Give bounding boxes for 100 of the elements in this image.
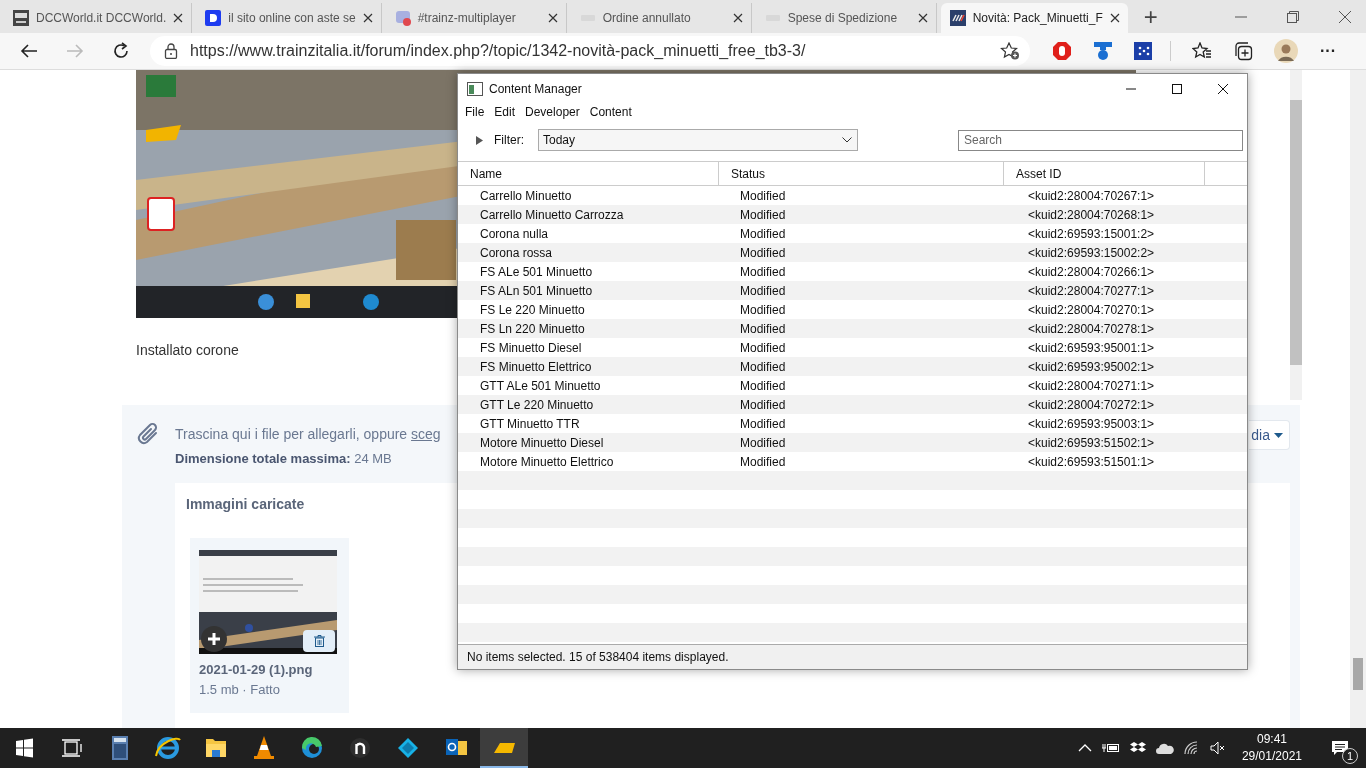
trash-icon xyxy=(313,635,325,647)
tab-title: Ordine annullato xyxy=(602,11,692,25)
table-cell-text: Modified xyxy=(739,264,787,279)
grid-icon[interactable] xyxy=(1134,42,1152,60)
column-header[interactable]: Status xyxy=(719,162,1004,185)
chat-bubble-icon xyxy=(1331,740,1349,756)
table-cell-text: GTT Minuetto TTR xyxy=(479,416,581,431)
tab-title: Novità: Pack_Minuetti_F xyxy=(972,11,1103,25)
table-cell-text: Modified xyxy=(739,454,787,469)
table-cell-text: Modified xyxy=(739,378,787,393)
section-heading: Immagini caricate xyxy=(186,496,306,512)
table-cell-text: Modified xyxy=(739,302,787,317)
cloud-icon[interactable] xyxy=(1155,742,1174,754)
column-header[interactable]: Asset ID xyxy=(1004,162,1205,185)
medal-icon[interactable] xyxy=(1093,41,1113,61)
dropbox-icon[interactable] xyxy=(1129,741,1146,755)
menu-item[interactable]: File xyxy=(465,105,485,125)
tab-title: #trainz-multiplayer xyxy=(417,11,517,25)
table-cell-text: Modified xyxy=(739,397,787,412)
expand-arrow-icon[interactable] xyxy=(476,135,483,145)
close-icon[interactable] xyxy=(917,13,928,23)
avatar-icon[interactable] xyxy=(1274,39,1298,63)
notification-count: 1 xyxy=(1342,748,1358,764)
filter-dropdown[interactable]: Today xyxy=(538,129,858,151)
close-icon[interactable] xyxy=(362,13,373,23)
stop-sign-icon[interactable] xyxy=(1052,41,1072,61)
url-text: https://www.trainzitalia.it/forum/index.php?/topic/1342-novità-pack_minuetti_free_tb3-3/ xyxy=(190,42,807,60)
table-cell-text: Modified xyxy=(739,416,787,431)
scrollbar-thumb[interactable] xyxy=(1353,658,1363,690)
table-cell-text: Modified xyxy=(739,283,787,298)
tab-title: Spese di Spedizione xyxy=(787,11,899,25)
favorites-icon[interactable] xyxy=(1192,42,1212,60)
table-cell-text: Carrello Minuetto xyxy=(479,188,573,203)
table-cell-text: Carrello Minuetto Carrozza xyxy=(479,207,625,222)
table-cell-text: <kuid2:28004:70267:1> xyxy=(1027,188,1155,203)
lock-icon xyxy=(164,43,178,59)
chevron-down-icon xyxy=(842,137,852,143)
tab-title: DCCWorld.it DCCWorld. xyxy=(36,11,167,25)
table-cell-text: FS Ln 220 Minuetto xyxy=(479,321,586,336)
table-cell-text: Modified xyxy=(739,226,787,241)
muted-speaker-icon[interactable] xyxy=(1209,741,1226,755)
column-header[interactable]: Name xyxy=(458,162,719,185)
table-cell-text: Modified xyxy=(739,188,787,203)
address-bar[interactable]: https://www.trainzitalia.it/forum/index.php?/topic/1342-novità-pack_minuetti_free_tb3-3/ xyxy=(150,36,1030,66)
close-icon[interactable] xyxy=(1109,13,1120,23)
table-cell-text: Motore Minuetto Elettrico xyxy=(479,454,615,469)
choose-files-link[interactable]: sceg xyxy=(411,426,441,442)
close-icon[interactable] xyxy=(1339,10,1351,23)
table-cell-text: GTT ALe 501 Minuetto xyxy=(479,378,602,393)
table-cell-text: <kuid2:69593:51501:1> xyxy=(1027,454,1155,469)
menu-item[interactable]: Developer xyxy=(525,105,580,125)
tab-title: il sito online con aste se xyxy=(228,11,356,25)
table-cell-text: Corona nulla xyxy=(479,226,550,241)
wifi-icon[interactable] xyxy=(1183,741,1200,755)
table-cell-text: Modified xyxy=(739,245,787,260)
max-size-text: Dimensione totale massima: 24 MB xyxy=(175,451,392,466)
chevron-up-icon[interactable] xyxy=(1077,744,1092,752)
close-icon[interactable] xyxy=(173,13,184,23)
wedge-icon[interactable] xyxy=(480,728,528,768)
table-cell-text: <kuid2:69593:15001:2> xyxy=(1027,226,1155,241)
table-cell-text: FS Le 220 Minuetto xyxy=(479,302,586,317)
table-cell-text: <kuid2:28004:70266:1> xyxy=(1027,264,1155,279)
status-bar: No items selected. 15 of 538404 items displayed. xyxy=(458,644,1247,669)
scrollbar-thumb[interactable] xyxy=(1290,100,1302,365)
close-icon[interactable] xyxy=(732,13,743,23)
close-icon[interactable] xyxy=(1218,83,1228,94)
close-icon[interactable] xyxy=(547,13,558,23)
delete-button[interactable] xyxy=(303,630,335,652)
battery-icon[interactable] xyxy=(1101,742,1120,754)
table-cell-text: <kuid2:69593:15002:2> xyxy=(1027,245,1155,260)
search-field[interactable]: Search xyxy=(958,129,1243,151)
add-icon[interactable] xyxy=(201,626,227,652)
tab-favicon-icon xyxy=(13,10,29,26)
add-favorite-icon[interactable] xyxy=(1000,42,1020,60)
browser-tab[interactable]: Novità: Pack_Minuetti_F xyxy=(940,3,1128,33)
paperclip-icon xyxy=(136,421,160,447)
app-icon xyxy=(467,81,483,96)
table-cell-text: FS ALe 501 Minuetto xyxy=(479,264,594,279)
back-icon[interactable] xyxy=(20,43,38,59)
table-cell-text: <kuid2:28004:70278:1> xyxy=(1027,321,1155,336)
menu-item[interactable]: Content xyxy=(589,105,632,125)
table-cell-text: Modified xyxy=(739,359,787,374)
file-name: 2021-01-29 (1).png xyxy=(199,662,314,677)
file-info: 1.5 mb · Fatto xyxy=(199,682,281,697)
new-tab-button[interactable]: + xyxy=(1131,0,1170,33)
reload-icon[interactable] xyxy=(112,42,130,60)
clock-time[interactable]: 09:41 xyxy=(1241,731,1302,748)
restore-icon[interactable] xyxy=(1287,10,1299,23)
table-cell-text: Modified xyxy=(739,207,787,222)
clock-date[interactable]: 29/01/2021 xyxy=(1241,748,1302,765)
media-button[interactable]: dia xyxy=(1249,420,1290,450)
more-button[interactable]: ··· xyxy=(1320,42,1336,60)
notifications-button[interactable]: 1 xyxy=(1324,735,1356,761)
maximize-icon[interactable] xyxy=(1172,83,1182,94)
menu-item[interactable]: Edit xyxy=(494,105,516,125)
collections-icon[interactable] xyxy=(1233,41,1253,61)
table-cell-text: Modified xyxy=(739,340,787,355)
tab-favicon-icon xyxy=(394,10,411,26)
table-cell-text: <kuid2:69593:95001:1> xyxy=(1027,340,1155,355)
tab-favicon-icon xyxy=(949,10,966,26)
